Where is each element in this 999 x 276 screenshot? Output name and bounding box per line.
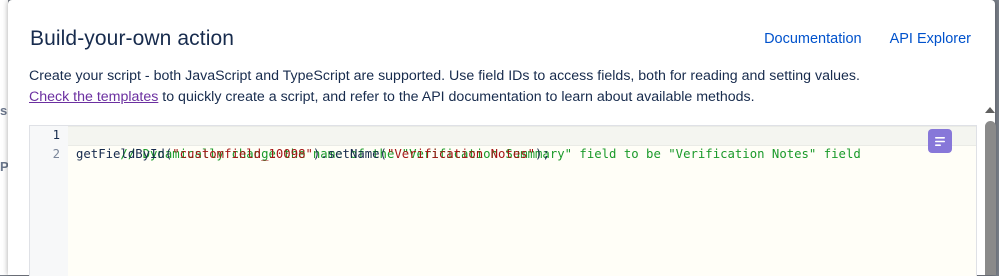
build-your-own-action-dialog: Build-your-own action Documentation API … xyxy=(8,0,997,276)
documentation-link[interactable]: Documentation xyxy=(764,31,862,47)
code-token: ).setName( xyxy=(312,147,387,161)
scrollbar-thumb[interactable] xyxy=(985,121,996,275)
format-code-button[interactable] xyxy=(928,129,952,153)
description-line-1: Create your script - both JavaScript and… xyxy=(29,68,860,84)
line-number: 1 xyxy=(52,128,60,142)
code-string: "customfield_10098" xyxy=(172,147,313,161)
format-lines-icon xyxy=(935,136,945,146)
check-templates-link[interactable]: Check the templates xyxy=(29,89,158,105)
line-number-gutter: 1 2 xyxy=(30,126,68,276)
code-token: ); xyxy=(535,147,550,161)
dialog-title: Build-your-own action xyxy=(30,27,235,50)
background-page-edge: s P xyxy=(0,0,9,275)
code-line[interactable]: getFieldById("customfield_10098").setNam… xyxy=(68,145,976,163)
dialog-description: Create your script - both JavaScript and… xyxy=(29,66,929,107)
api-explorer-link[interactable]: API Explorer xyxy=(890,31,971,47)
code-line[interactable]: // Dynamically change the name of the "V… xyxy=(68,126,976,161)
header-links: Documentation API Explorer xyxy=(764,31,971,47)
dialog-scrollbar[interactable] xyxy=(983,100,997,275)
code-string: "Verification Notes" xyxy=(386,147,536,161)
line-number: 2 xyxy=(52,147,60,161)
scroll-up-arrow-icon[interactable] xyxy=(985,107,995,113)
code-editor[interactable]: 1 2 // Dynamically change the name of th… xyxy=(29,125,977,276)
background-text-fragment: s xyxy=(0,103,8,118)
background-text-fragment: P xyxy=(0,159,9,174)
description-line-2: to quickly create a script, and refer to… xyxy=(158,88,755,105)
code-token: getFieldById( xyxy=(76,147,173,161)
